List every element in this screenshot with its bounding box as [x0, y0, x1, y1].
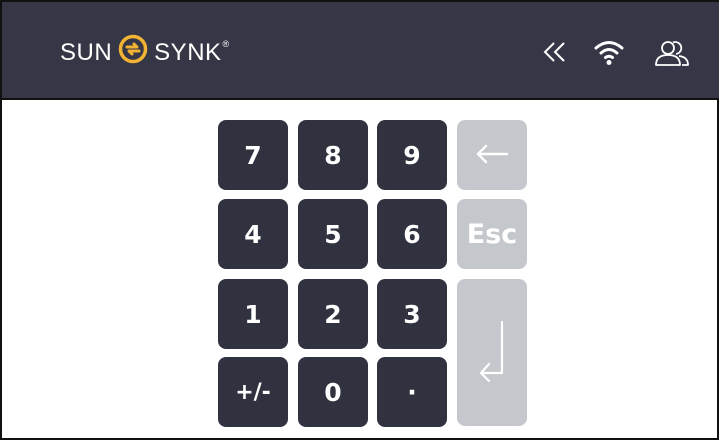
logo-text-sun: SUN — [60, 38, 113, 66]
back-double-chevron-icon[interactable] — [542, 40, 568, 69]
top-bar: SUN SYNK ® — [2, 2, 719, 100]
enter-icon — [477, 318, 507, 388]
logo-mark-icon — [118, 34, 148, 71]
plus-minus-key[interactable]: +/- — [218, 357, 288, 427]
key-3[interactable]: 3 — [377, 279, 447, 349]
key-0[interactable]: 0 — [298, 357, 368, 427]
esc-button[interactable]: Esc — [457, 199, 527, 269]
wifi-icon[interactable] — [593, 38, 625, 71]
enter-button[interactable] — [457, 279, 527, 426]
registered-mark: ® — [222, 38, 230, 49]
screen: SUN SYNK ® 7 8 9 4 5 6 Esc 1 2 3 +/- 0 · — [0, 0, 719, 440]
users-icon[interactable] — [654, 39, 690, 72]
key-4[interactable]: 4 — [218, 199, 288, 269]
key-8[interactable]: 8 — [298, 120, 368, 190]
logo-text-synk: SYNK — [154, 38, 222, 66]
key-5[interactable]: 5 — [298, 199, 368, 269]
left-arrow-icon — [475, 141, 509, 170]
key-9[interactable]: 9 — [377, 120, 447, 190]
key-6[interactable]: 6 — [377, 199, 447, 269]
key-2[interactable]: 2 — [298, 279, 368, 349]
key-1[interactable]: 1 — [218, 279, 288, 349]
sunsynk-logo: SUN SYNK ® — [60, 34, 230, 71]
backspace-button[interactable] — [457, 120, 527, 190]
decimal-point-key[interactable]: · — [377, 357, 447, 427]
key-7[interactable]: 7 — [218, 120, 288, 190]
